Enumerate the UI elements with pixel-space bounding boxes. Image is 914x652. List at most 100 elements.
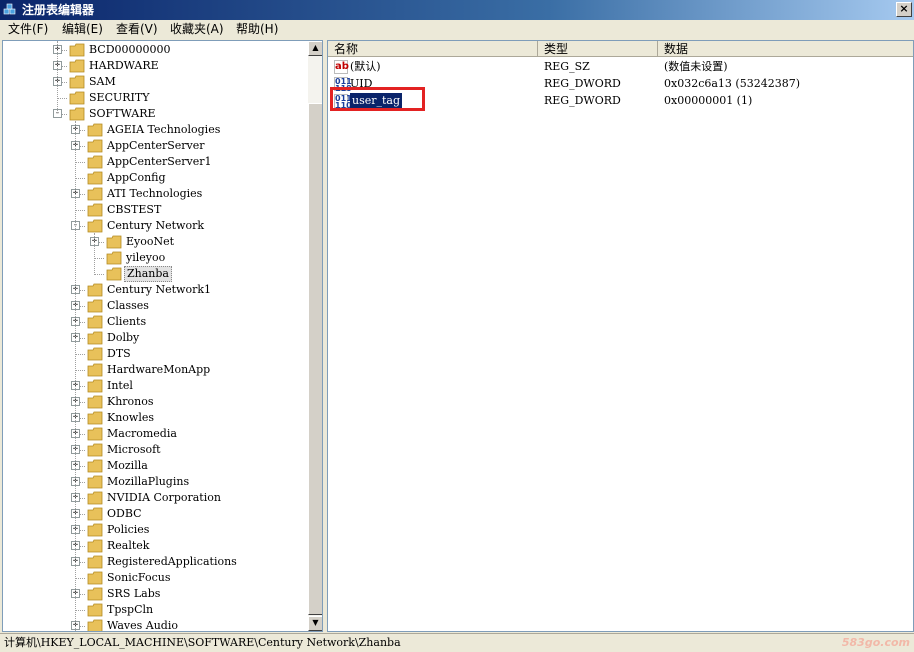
window-title: 注册表编辑器 [22,3,95,17]
tree-item[interactable]: + Dolby [3,330,303,346]
tree-item[interactable]: + Clients [3,314,303,330]
folder-icon [87,315,103,329]
folder-icon [87,203,103,217]
tree-item[interactable]: + Classes [3,298,303,314]
tree-item[interactable]: + AGEIA Technologies [3,122,303,138]
tree-item[interactable]: + Policies [3,522,303,538]
tree-item[interactable]: AppCenterServer1 [3,154,303,170]
folder-icon [87,539,103,553]
folder-icon [106,251,122,265]
menu-help[interactable]: 帮助(H) [236,22,278,37]
folder-icon [87,299,103,313]
tree-item[interactable]: DTS [3,346,303,362]
registry-tree[interactable]: + BCD00000000 + HARDWARE + SAM SECURITY - SOFTWA… [2,40,323,632]
menu-favorites[interactable]: 收藏夹(A) [170,22,224,37]
tree-item[interactable]: yileyoo [3,250,303,266]
tree-item[interactable]: + SAM [3,74,303,90]
tree-item[interactable]: + NVIDIA Corporation [3,490,303,506]
registry-editor-icon [3,3,16,15]
tree-item-label: SECURITY [89,91,150,104]
tree-item[interactable]: + Microsoft [3,442,303,458]
folder-icon [87,331,103,345]
tree-item[interactable]: HardwareMonApp [3,362,303,378]
tree-item[interactable]: AppConfig [3,170,303,186]
tree-item[interactable]: - Century Network [3,218,303,234]
tree-item-label: MozillaPlugins [107,475,190,488]
menu-file[interactable]: 文件(F) [8,22,48,37]
tree-item[interactable]: CBSTEST [3,202,303,218]
watermark: 583go.com [841,636,910,649]
folder-icon [87,347,103,361]
folder-icon [87,603,103,617]
tree-item[interactable]: + Mozilla [3,458,303,474]
tree-item-label: yileyoo [126,251,166,264]
tree-item-label: Classes [107,299,149,312]
tree-item-label: HardwareMonApp [107,363,211,376]
folder-icon [87,171,103,185]
tree-item[interactable]: + Century Network1 [3,282,303,298]
tree-item[interactable]: TpspCln [3,602,303,618]
menu-edit[interactable]: 编辑(E) [62,22,103,37]
tree-item-label: AGEIA Technologies [107,123,221,136]
tree-item[interactable]: Zhanba [3,266,303,282]
tree-item-label: DTS [107,347,131,360]
tree-item-label: NVIDIA Corporation [107,491,221,504]
tree-item[interactable]: + HARDWARE [3,58,303,74]
folder-icon [87,555,103,569]
tree-item-label: EyooNet [126,235,175,248]
tree-item[interactable]: SECURITY [3,90,303,106]
value-data: (数值未设置) [664,60,728,73]
tree-item-label: HARDWARE [89,59,159,72]
open-folder-icon [69,107,85,121]
close-button[interactable]: × [896,2,912,17]
title-bar: 注册表编辑器 × [0,0,914,20]
tree-item[interactable]: + Realtek [3,538,303,554]
scroll-thumb[interactable] [308,103,322,615]
tree-item[interactable]: + EyooNet [3,234,303,250]
values-list[interactable]: 名称 类型 数据 ab (默认) REG_SZ (数值未设置) 011 110 UID RE… [327,40,914,632]
tree-item[interactable]: + Knowles [3,410,303,426]
tree-item-label: Century Network [107,219,205,232]
column-header-name[interactable]: 名称 [328,41,538,57]
tree-item[interactable]: + Khronos [3,394,303,410]
menu-view[interactable]: 查看(V) [116,22,158,37]
scroll-down-button[interactable]: ▼ [308,616,322,631]
folder-icon [87,379,103,393]
status-path: 计算机\HKEY_LOCAL_MACHINE\SOFTWARE\Century … [4,636,401,649]
tree-item-label: AppCenterServer [107,139,205,152]
tree-item[interactable]: - SOFTWARE [3,106,303,122]
value-type: REG_DWORD [544,77,621,90]
tree-item[interactable]: + ATI Technologies [3,186,303,202]
value-type: REG_DWORD [544,94,621,107]
folder-icon [87,491,103,505]
folder-icon [87,283,103,297]
scroll-up-button[interactable]: ▲ [308,41,322,56]
folder-icon [87,523,103,537]
tree-item-label: Clients [107,315,147,328]
tree-item-label: Knowles [107,411,155,424]
tree-item[interactable]: + BCD00000000 [3,42,303,58]
tree-scrollbar[interactable]: ▲ ▼ [308,41,322,631]
tree-item-label: ODBC [107,507,142,520]
value-row[interactable]: ab (默认) REG_SZ (数值未设置) [328,59,913,75]
folder-icon [87,619,103,631]
tree-item[interactable]: + AppCenterServer [3,138,303,154]
folder-icon [87,123,103,137]
tree-item-label: ATI Technologies [107,187,203,200]
folder-icon [87,187,103,201]
tree-item[interactable]: + SRS Labs [3,586,303,602]
tree-connector [57,41,58,113]
tree-item[interactable]: + Macromedia [3,426,303,442]
column-header-type[interactable]: 类型 [538,41,658,57]
tree-item[interactable]: SonicFocus [3,570,303,586]
tree-item[interactable]: + ODBC [3,506,303,522]
column-header-data[interactable]: 数据 [658,41,913,57]
tree-item[interactable]: + MozillaPlugins [3,474,303,490]
tree-item[interactable]: + Intel [3,378,303,394]
value-name: (默认) [350,60,381,73]
folder-icon [87,363,103,377]
tree-item-label: AppCenterServer1 [107,155,212,168]
tree-item[interactable]: + RegisteredApplications [3,554,303,570]
tree-item-label: Policies [107,523,150,536]
tree-item[interactable]: + Waves Audio [3,618,303,631]
